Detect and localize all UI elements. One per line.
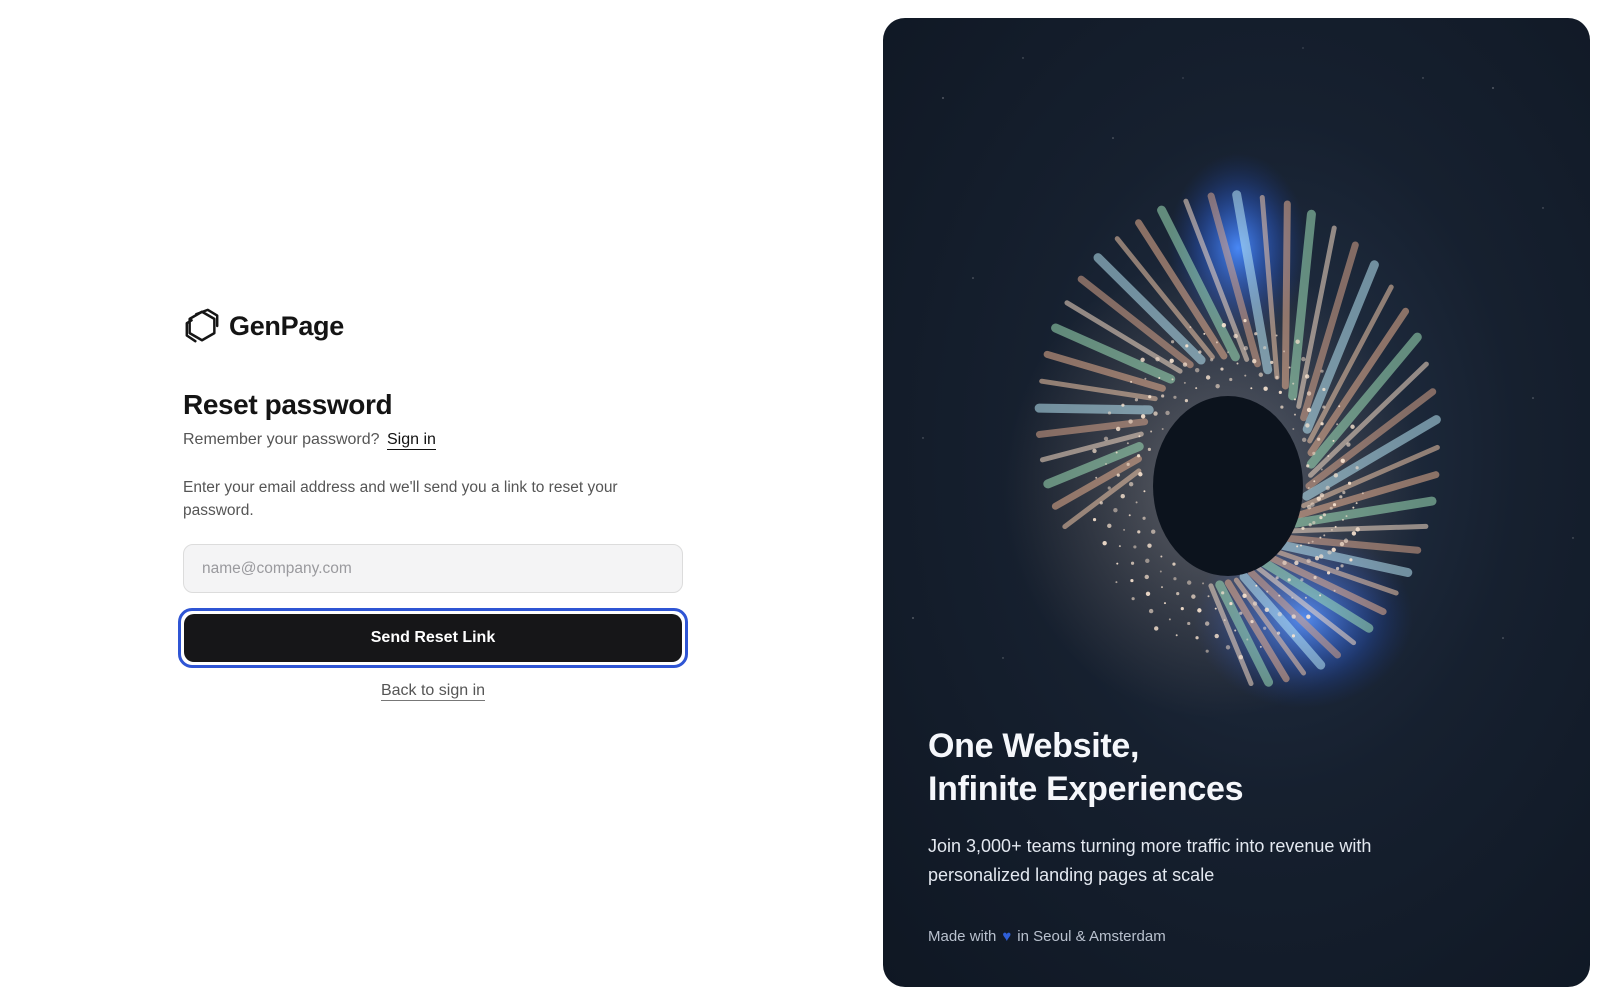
hero-title-line-2: Infinite Experiences xyxy=(928,770,1244,808)
hero-title-line-1: One Website, xyxy=(928,727,1140,765)
hero-copy: One Website, Infinite Experiences Join 3… xyxy=(928,725,1548,890)
reset-password-page: GenPage Reset password Remember your pas… xyxy=(0,0,1600,1000)
footer-made-with: Made with xyxy=(928,928,997,945)
submit-focus-ring: Send Reset Link xyxy=(178,608,688,668)
brand-name: GenPage xyxy=(229,310,344,341)
reset-instructions: Enter your email address and we'll send … xyxy=(183,479,618,519)
footer-location: in Seoul & Amsterdam xyxy=(1017,928,1166,945)
hero-description: Join 3,000+ teams turning more traffic i… xyxy=(928,836,1372,885)
send-reset-link-button[interactable]: Send Reset Link xyxy=(184,614,682,662)
brand: GenPage xyxy=(183,306,683,346)
reset-form: GenPage Reset password Remember your pas… xyxy=(178,306,688,701)
signin-prompt: Remember your password? Sign in xyxy=(183,429,683,451)
back-to-signin-link[interactable]: Back to sign in xyxy=(380,682,486,701)
hero-panel: One Website, Infinite Experiences Join 3… xyxy=(883,18,1590,987)
signin-prompt-text: Remember your password? xyxy=(183,431,380,448)
genpage-logo-icon xyxy=(185,308,219,343)
hero-footer: Made with ♥ in Seoul & Amsterdam xyxy=(928,928,1166,945)
page-title: Reset password xyxy=(183,389,393,420)
email-input[interactable] xyxy=(183,544,683,593)
back-link-row: Back to sign in xyxy=(183,682,683,701)
hero-title: One Website, Infinite Experiences xyxy=(928,725,1548,811)
heart-icon: ♥ xyxy=(1002,928,1012,945)
signin-link[interactable]: Sign in xyxy=(386,431,436,450)
